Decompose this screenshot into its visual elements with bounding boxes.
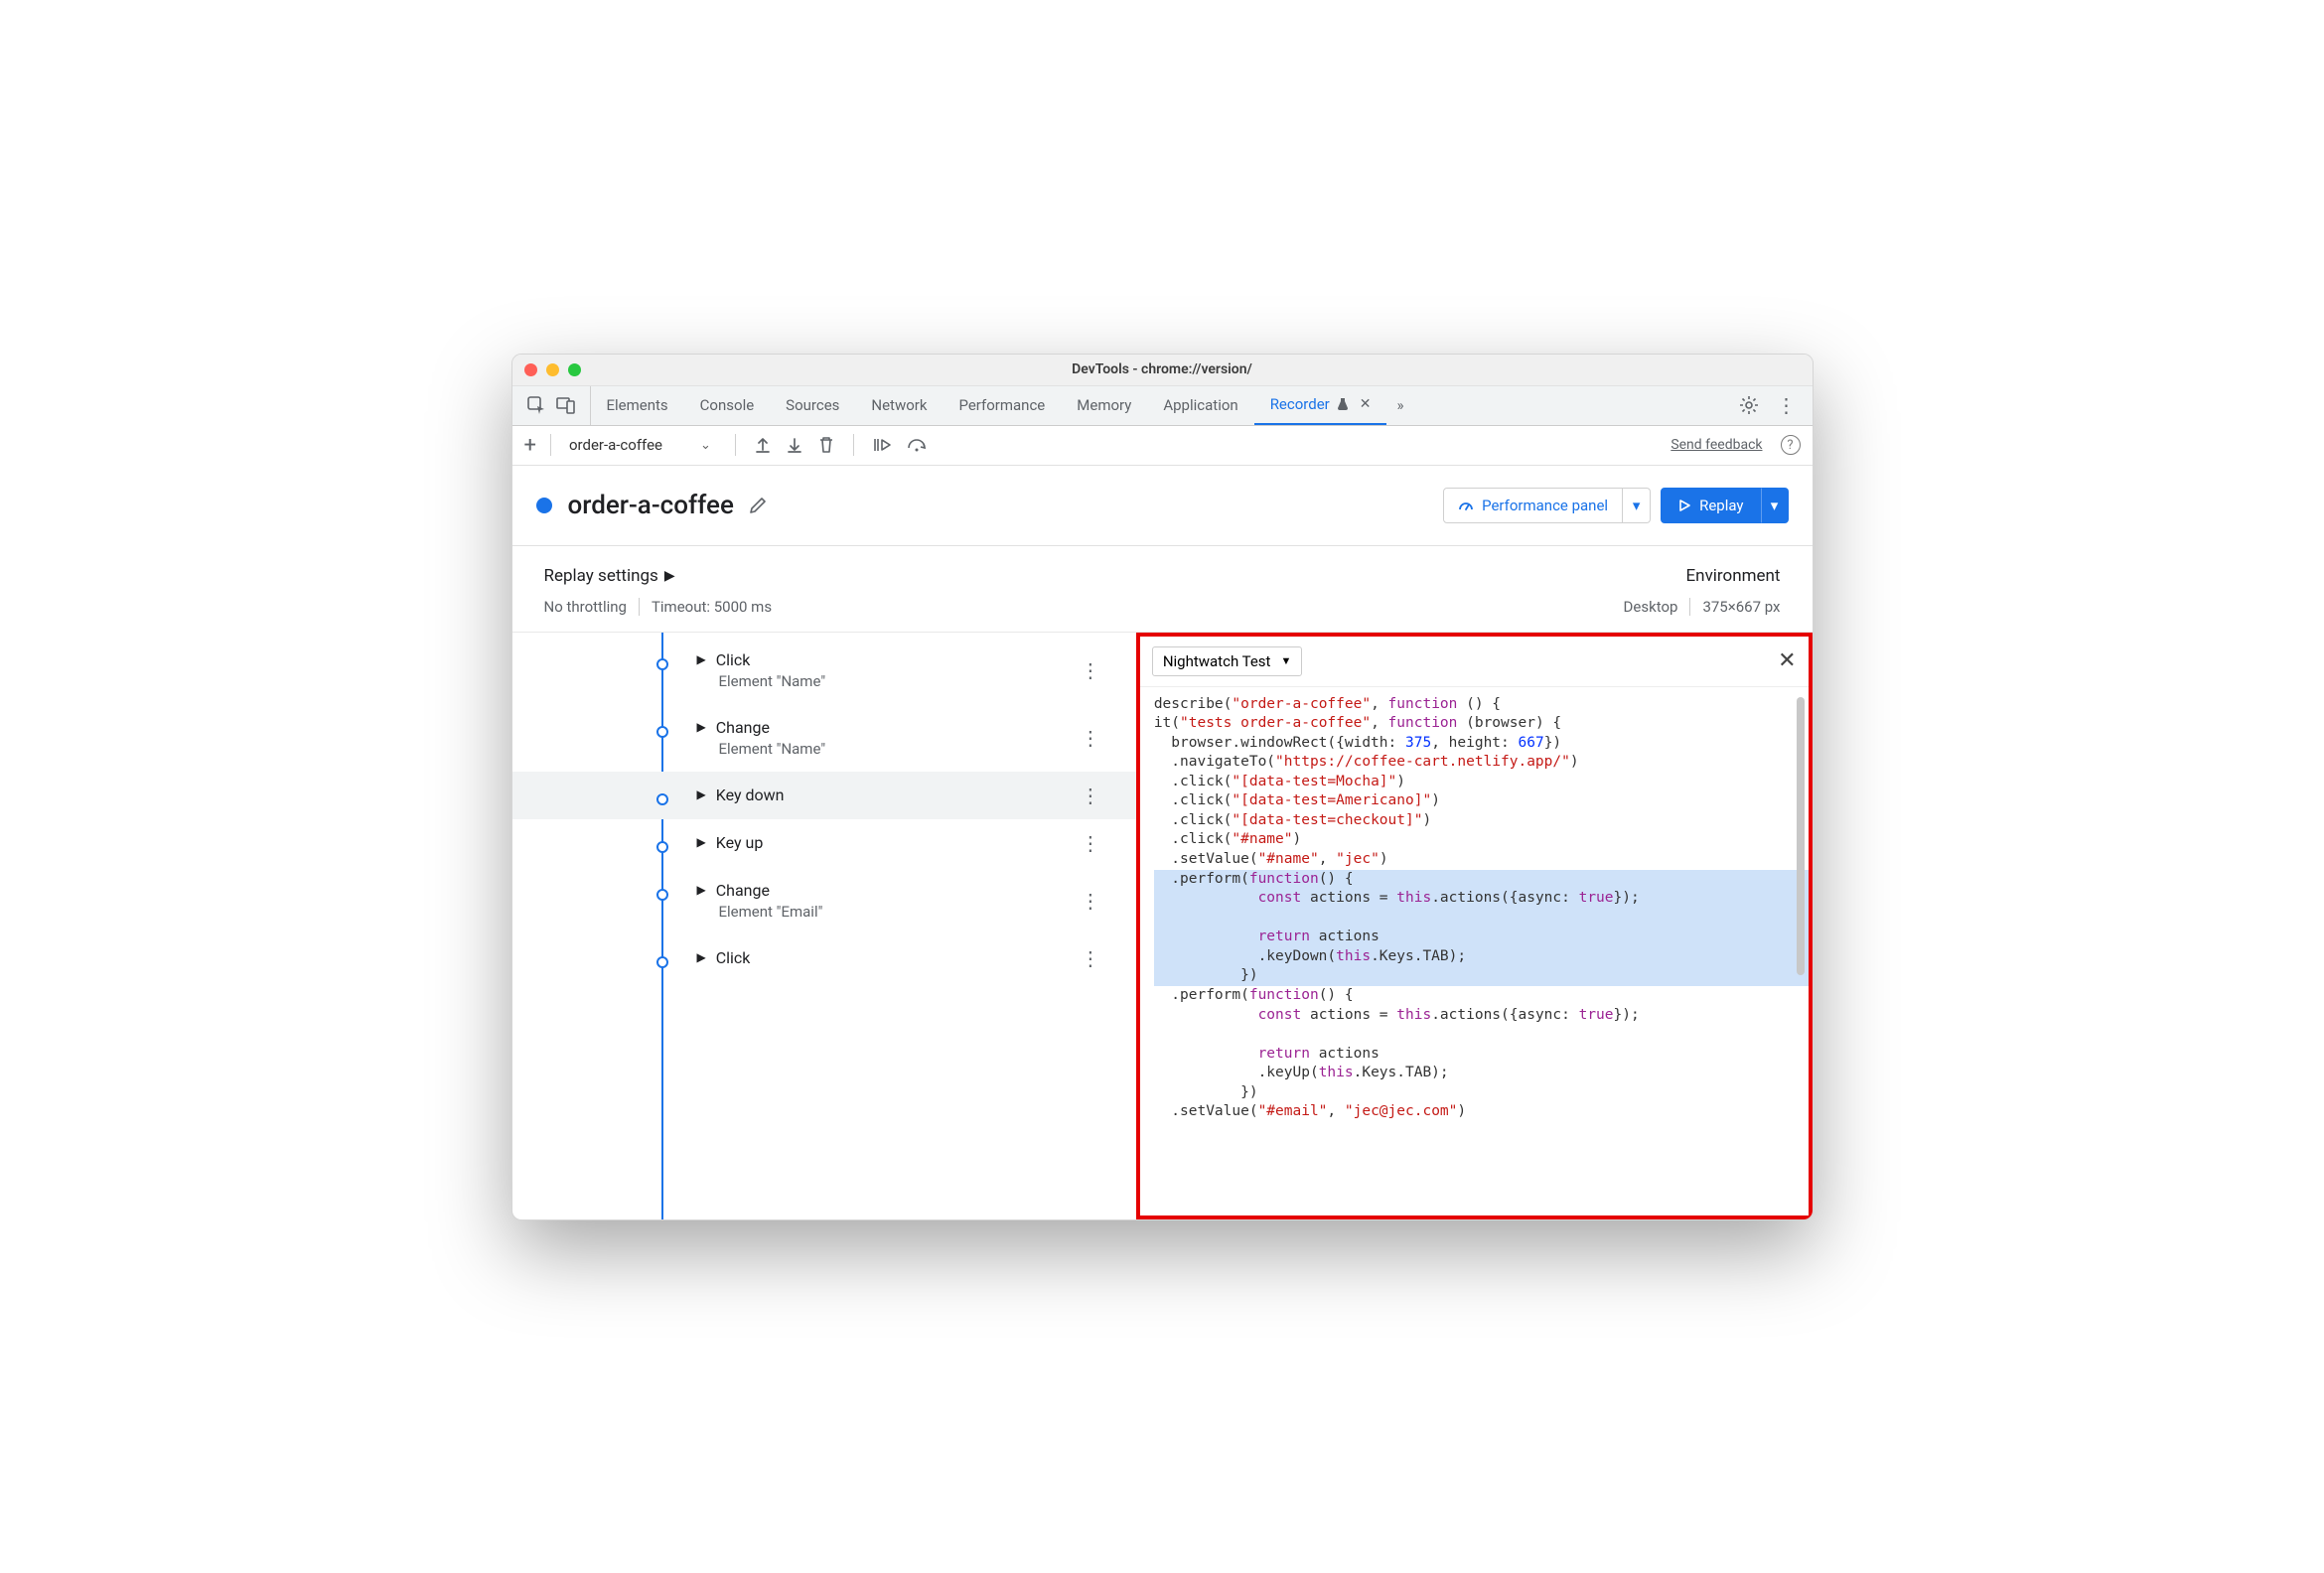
recording-header: order-a-coffee Performance panel ▾ Repla… — [512, 466, 1813, 546]
replay-label: Replay — [1699, 497, 1743, 514]
performance-panel-label: Performance panel — [1482, 497, 1608, 514]
step-subtitle: Element "Name" — [719, 740, 1081, 758]
step-menu-icon[interactable]: ⋮ — [1081, 833, 1100, 853]
timeout-value: Timeout: 5000 ms — [652, 598, 772, 616]
replay-settings-row: Replay settings ▶ Environment — [512, 546, 1813, 592]
replay-button[interactable]: Replay — [1661, 488, 1760, 523]
close-icon[interactable]: ✕ — [1778, 648, 1796, 673]
step-play-icon[interactable] — [872, 436, 892, 454]
viewport-value: 375×667 px — [1702, 598, 1780, 616]
caret-right-icon: ▶ — [697, 835, 706, 849]
device-toolbar-icon[interactable] — [556, 395, 576, 415]
tab-recorder-label: Recorder — [1270, 395, 1330, 413]
step-title: Click — [716, 948, 751, 967]
close-window-button[interactable] — [524, 363, 537, 376]
step-item[interactable]: ▶ Click Element "Name" ⋮ — [512, 637, 1136, 704]
performance-panel-dropdown[interactable]: ▾ — [1623, 488, 1651, 523]
more-tabs-icon[interactable]: » — [1386, 386, 1413, 425]
chevron-down-icon[interactable]: ⌄ — [700, 438, 711, 453]
step-marker — [656, 956, 668, 968]
environment-value: Desktop — [1624, 598, 1678, 616]
environment-label: Environment — [1686, 566, 1781, 586]
step-item[interactable]: ▶ Change Element "Name" ⋮ — [512, 704, 1136, 772]
tab-performance[interactable]: Performance — [943, 386, 1061, 425]
step-menu-icon[interactable]: ⋮ — [1081, 786, 1100, 805]
step-title: Change — [716, 881, 770, 900]
step-marker — [656, 889, 668, 901]
step-menu-icon[interactable]: ⋮ — [1081, 660, 1100, 680]
step-marker — [656, 841, 668, 853]
tab-network[interactable]: Network — [855, 386, 943, 425]
replay-settings-label[interactable]: Replay settings — [544, 566, 658, 586]
delete-icon[interactable] — [817, 436, 835, 454]
step-marker — [656, 726, 668, 738]
gear-icon[interactable] — [1739, 395, 1759, 415]
step-title: Click — [716, 650, 751, 669]
scrollbar[interactable] — [1797, 697, 1805, 975]
play-icon — [1677, 499, 1691, 512]
step-item[interactable]: ▶ Key up ⋮ — [512, 819, 1136, 867]
throttling-value: No throttling — [544, 598, 627, 616]
step-title: Key down — [716, 786, 785, 804]
steps-panel: ▶ Click Element "Name" ⋮ ▶ Change Element … — [512, 633, 1136, 1219]
step-marker — [656, 793, 668, 805]
gauge-icon — [1458, 498, 1474, 513]
step-menu-icon[interactable]: ⋮ — [1081, 728, 1100, 748]
minimize-window-button[interactable] — [546, 363, 559, 376]
performance-panel-button[interactable]: Performance panel — [1443, 488, 1623, 523]
recording-selector[interactable]: order-a-coffee — [569, 436, 662, 454]
tab-elements[interactable]: Elements — [591, 386, 684, 425]
titlebar: DevTools - chrome://version/ — [512, 355, 1813, 386]
caret-right-icon: ▶ — [697, 883, 706, 897]
recorder-toolbar: + order-a-coffee ⌄ Send feedback ? — [512, 426, 1813, 466]
import-icon[interactable] — [786, 436, 803, 454]
step-subtitle: Element "Name" — [719, 672, 1081, 690]
chevron-down-icon: ▼ — [1280, 654, 1291, 667]
window-title: DevTools - chrome://version/ — [512, 361, 1813, 377]
export-format-label: Nightwatch Test — [1163, 652, 1271, 670]
help-icon[interactable]: ? — [1781, 435, 1801, 455]
step-item[interactable]: ▶ Change Element "Email" ⋮ — [512, 867, 1136, 934]
caret-right-icon: ▶ — [697, 720, 706, 734]
tab-memory[interactable]: Memory — [1061, 386, 1147, 425]
replay-settings-sub: No throttling Timeout: 5000 ms Desktop 3… — [512, 592, 1813, 633]
step-menu-icon[interactable]: ⋮ — [1081, 891, 1100, 911]
export-format-select[interactable]: Nightwatch Test ▼ — [1152, 646, 1303, 676]
tab-recorder[interactable]: Recorder ✕ — [1254, 386, 1387, 425]
step-title: Key up — [716, 833, 764, 852]
edit-title-icon[interactable] — [748, 496, 768, 515]
new-recording-button[interactable]: + — [524, 433, 536, 458]
devtools-window: DevTools - chrome://version/ Elements Co… — [511, 354, 1814, 1220]
step-marker — [656, 658, 668, 670]
tab-sources[interactable]: Sources — [770, 386, 855, 425]
send-feedback-link[interactable]: Send feedback — [1670, 437, 1762, 453]
devtools-tabbar: Elements Console Sources Network Perform… — [512, 386, 1813, 426]
code-content[interactable]: describe("order-a-coffee", function () {… — [1140, 687, 1809, 1216]
step-item[interactable]: ▶ Key down ⋮ — [512, 772, 1136, 819]
step-menu-icon[interactable]: ⋮ — [1081, 948, 1100, 968]
export-icon[interactable] — [754, 436, 772, 454]
kebab-menu-icon[interactable]: ⋮ — [1777, 393, 1797, 417]
code-export-pane: Nightwatch Test ▼ ✕ describe("order-a-co… — [1136, 633, 1813, 1219]
replay-settings-caret-icon[interactable]: ▶ — [664, 568, 675, 584]
close-tab-icon[interactable]: ✕ — [1360, 396, 1372, 412]
caret-right-icon: ▶ — [697, 652, 706, 666]
step-title: Change — [716, 718, 770, 737]
zoom-window-button[interactable] — [568, 363, 581, 376]
caret-right-icon: ▶ — [697, 787, 706, 801]
flask-icon — [1336, 397, 1350, 411]
step-over-icon[interactable] — [906, 436, 928, 454]
inspect-element-icon[interactable] — [526, 395, 546, 415]
tab-application[interactable]: Application — [1147, 386, 1253, 425]
step-subtitle: Element "Email" — [719, 903, 1081, 921]
caret-right-icon: ▶ — [697, 950, 706, 964]
window-controls — [524, 363, 581, 376]
step-item[interactable]: ▶ Click ⋮ — [512, 934, 1136, 982]
recording-title: order-a-coffee — [568, 491, 734, 520]
recorder-main: ▶ Click Element "Name" ⋮ ▶ Change Element … — [512, 633, 1813, 1219]
replay-dropdown[interactable]: ▾ — [1761, 488, 1789, 523]
tab-console[interactable]: Console — [684, 386, 771, 425]
recording-status-dot — [536, 498, 552, 513]
